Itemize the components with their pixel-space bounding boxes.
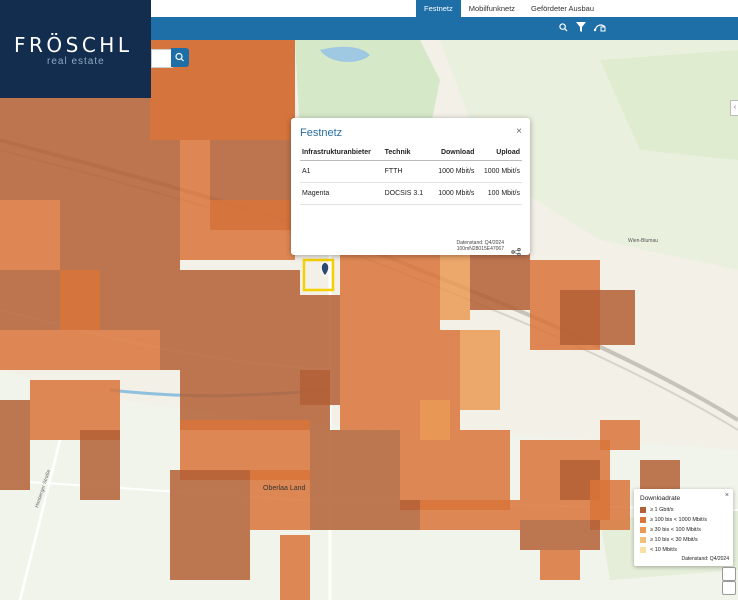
- col-header-download: Download: [430, 145, 477, 161]
- measure-icon[interactable]: [594, 23, 606, 32]
- legend-label: ≥ 100 bis < 1000 Mbit/s: [650, 517, 707, 523]
- share-icon[interactable]: [511, 243, 521, 261]
- cell-download: 1000 Mbit/s: [430, 182, 477, 205]
- layers-button[interactable]: [722, 567, 736, 581]
- logo-tagline: real estate: [47, 56, 105, 67]
- coverage-cell[interactable]: [250, 470, 310, 530]
- col-header-technik: Technik: [382, 145, 431, 161]
- legend-title: Downloadrate: [640, 495, 681, 502]
- coverage-cell[interactable]: [80, 430, 120, 500]
- legend-item: < 10 Mbit/s: [640, 547, 677, 553]
- coverage-cell[interactable]: [0, 270, 300, 330]
- info-button[interactable]: [722, 581, 736, 595]
- legend-label: < 10 Mbit/s: [650, 547, 678, 553]
- coverage-cell[interactable]: [280, 535, 310, 600]
- coverage-cell[interactable]: [310, 430, 400, 500]
- cell-provider: Magenta: [300, 182, 383, 205]
- legend-swatch: [640, 507, 646, 513]
- legend-swatch: [640, 527, 646, 533]
- legend-item: ≥ 1 Gbit/s: [640, 507, 674, 513]
- coverage-cell[interactable]: [60, 200, 180, 270]
- legend-label: ≥ 30 bis < 100 Mbit/s: [650, 527, 701, 533]
- coverage-cell[interactable]: [180, 140, 210, 200]
- legend-swatch: [640, 537, 646, 543]
- legend-item: ≥ 10 bis < 30 Mbit/s: [640, 537, 698, 543]
- cell-upload: 100 Mbit/s: [476, 182, 522, 205]
- legend-item: ≥ 30 bis < 100 Mbit/s: [640, 527, 701, 533]
- legend-label: ≥ 1 Gbit/s: [650, 507, 674, 513]
- place-label-wien-blumau: Wien-Blumau: [628, 238, 658, 244]
- side-panel-toggle[interactable]: ‹: [730, 100, 738, 116]
- col-header-upload: Upload: [476, 145, 522, 161]
- legend-item: ≥ 100 bis < 1000 Mbit/s: [640, 517, 707, 523]
- coverage-cell[interactable]: [0, 140, 180, 200]
- coverage-cell[interactable]: [0, 400, 30, 490]
- place-label-oberlaa: Oberlaa Land: [263, 485, 306, 492]
- legend: Downloadrate × ≥ 1 Gbit/s ≥ 100 bis < 10…: [634, 489, 733, 566]
- coverage-cell[interactable]: [440, 250, 470, 320]
- search-button[interactable]: [171, 48, 189, 67]
- legend-label: ≥ 10 bis < 30 Mbit/s: [650, 537, 698, 543]
- coverage-cell[interactable]: [170, 470, 250, 580]
- coverage-cell[interactable]: [540, 550, 580, 580]
- coverage-cell[interactable]: [420, 400, 450, 440]
- coverage-cell[interactable]: [340, 250, 440, 330]
- legend-swatch: [640, 547, 646, 553]
- logo: FRÖSCHL real estate: [0, 0, 151, 98]
- search-input[interactable]: [151, 49, 173, 68]
- coverage-cell[interactable]: [600, 420, 640, 450]
- cell-upload: 1000 Mbit/s: [476, 160, 522, 183]
- popup-cell-id: 100mN28015E47067: [456, 246, 504, 252]
- legend-close-button[interactable]: ×: [725, 492, 729, 499]
- table-row: A1 FTTH 1000 Mbit/s 1000 Mbit/s: [300, 160, 522, 183]
- legend-data-status: Datenstand: Q4/2024: [681, 556, 729, 562]
- cell-download: 1000 Mbit/s: [430, 160, 477, 183]
- table-row: Magenta DOCSIS 3.1 1000 Mbit/s 100 Mbit/…: [300, 182, 522, 205]
- coverage-cell[interactable]: [180, 200, 295, 260]
- legend-swatch: [640, 517, 646, 523]
- coverage-cell[interactable]: [460, 330, 500, 410]
- cell-technik: FTTH: [382, 160, 431, 183]
- tab-festnetz[interactable]: Festnetz: [415, 0, 461, 17]
- search-icon: [175, 52, 184, 62]
- tab-mobilfunknetz[interactable]: Mobilfunknetz: [461, 0, 523, 17]
- tab-gefoerderter-ausbau[interactable]: Gefördeter Ausbau: [523, 0, 602, 17]
- filter-icon[interactable]: [576, 22, 586, 32]
- coverage-cell[interactable]: [0, 200, 60, 270]
- cell-technik: DOCSIS 3.1: [382, 182, 431, 205]
- provider-table: Infrastrukturanbieter Technik Download U…: [300, 145, 522, 205]
- col-header-provider: Infrastrukturanbieter: [300, 145, 383, 161]
- logo-name: FRÖSCHL: [14, 33, 133, 57]
- coverage-cell[interactable]: [310, 500, 420, 530]
- coverage-cell[interactable]: [520, 520, 600, 550]
- layer-tabs: Festnetz Mobilfunknetz Gefördeter Ausbau: [415, 0, 602, 17]
- search-icon[interactable]: [559, 22, 568, 32]
- coverage-cell[interactable]: [560, 290, 635, 345]
- coverage-cell[interactable]: [400, 430, 510, 510]
- info-popup: Festnetz × Infrastrukturanbieter Technik…: [291, 118, 530, 257]
- coverage-cell[interactable]: [160, 330, 300, 370]
- coverage-cell[interactable]: [0, 330, 160, 370]
- popup-close-button[interactable]: ×: [516, 126, 522, 137]
- coverage-cell[interactable]: [420, 500, 520, 530]
- cell-provider: A1: [300, 160, 383, 183]
- popup-data-status: Datenstand: Q4/2024 100mN28015E47067: [456, 240, 504, 252]
- popup-title: Festnetz: [300, 127, 343, 139]
- coverage-cell[interactable]: [60, 270, 100, 330]
